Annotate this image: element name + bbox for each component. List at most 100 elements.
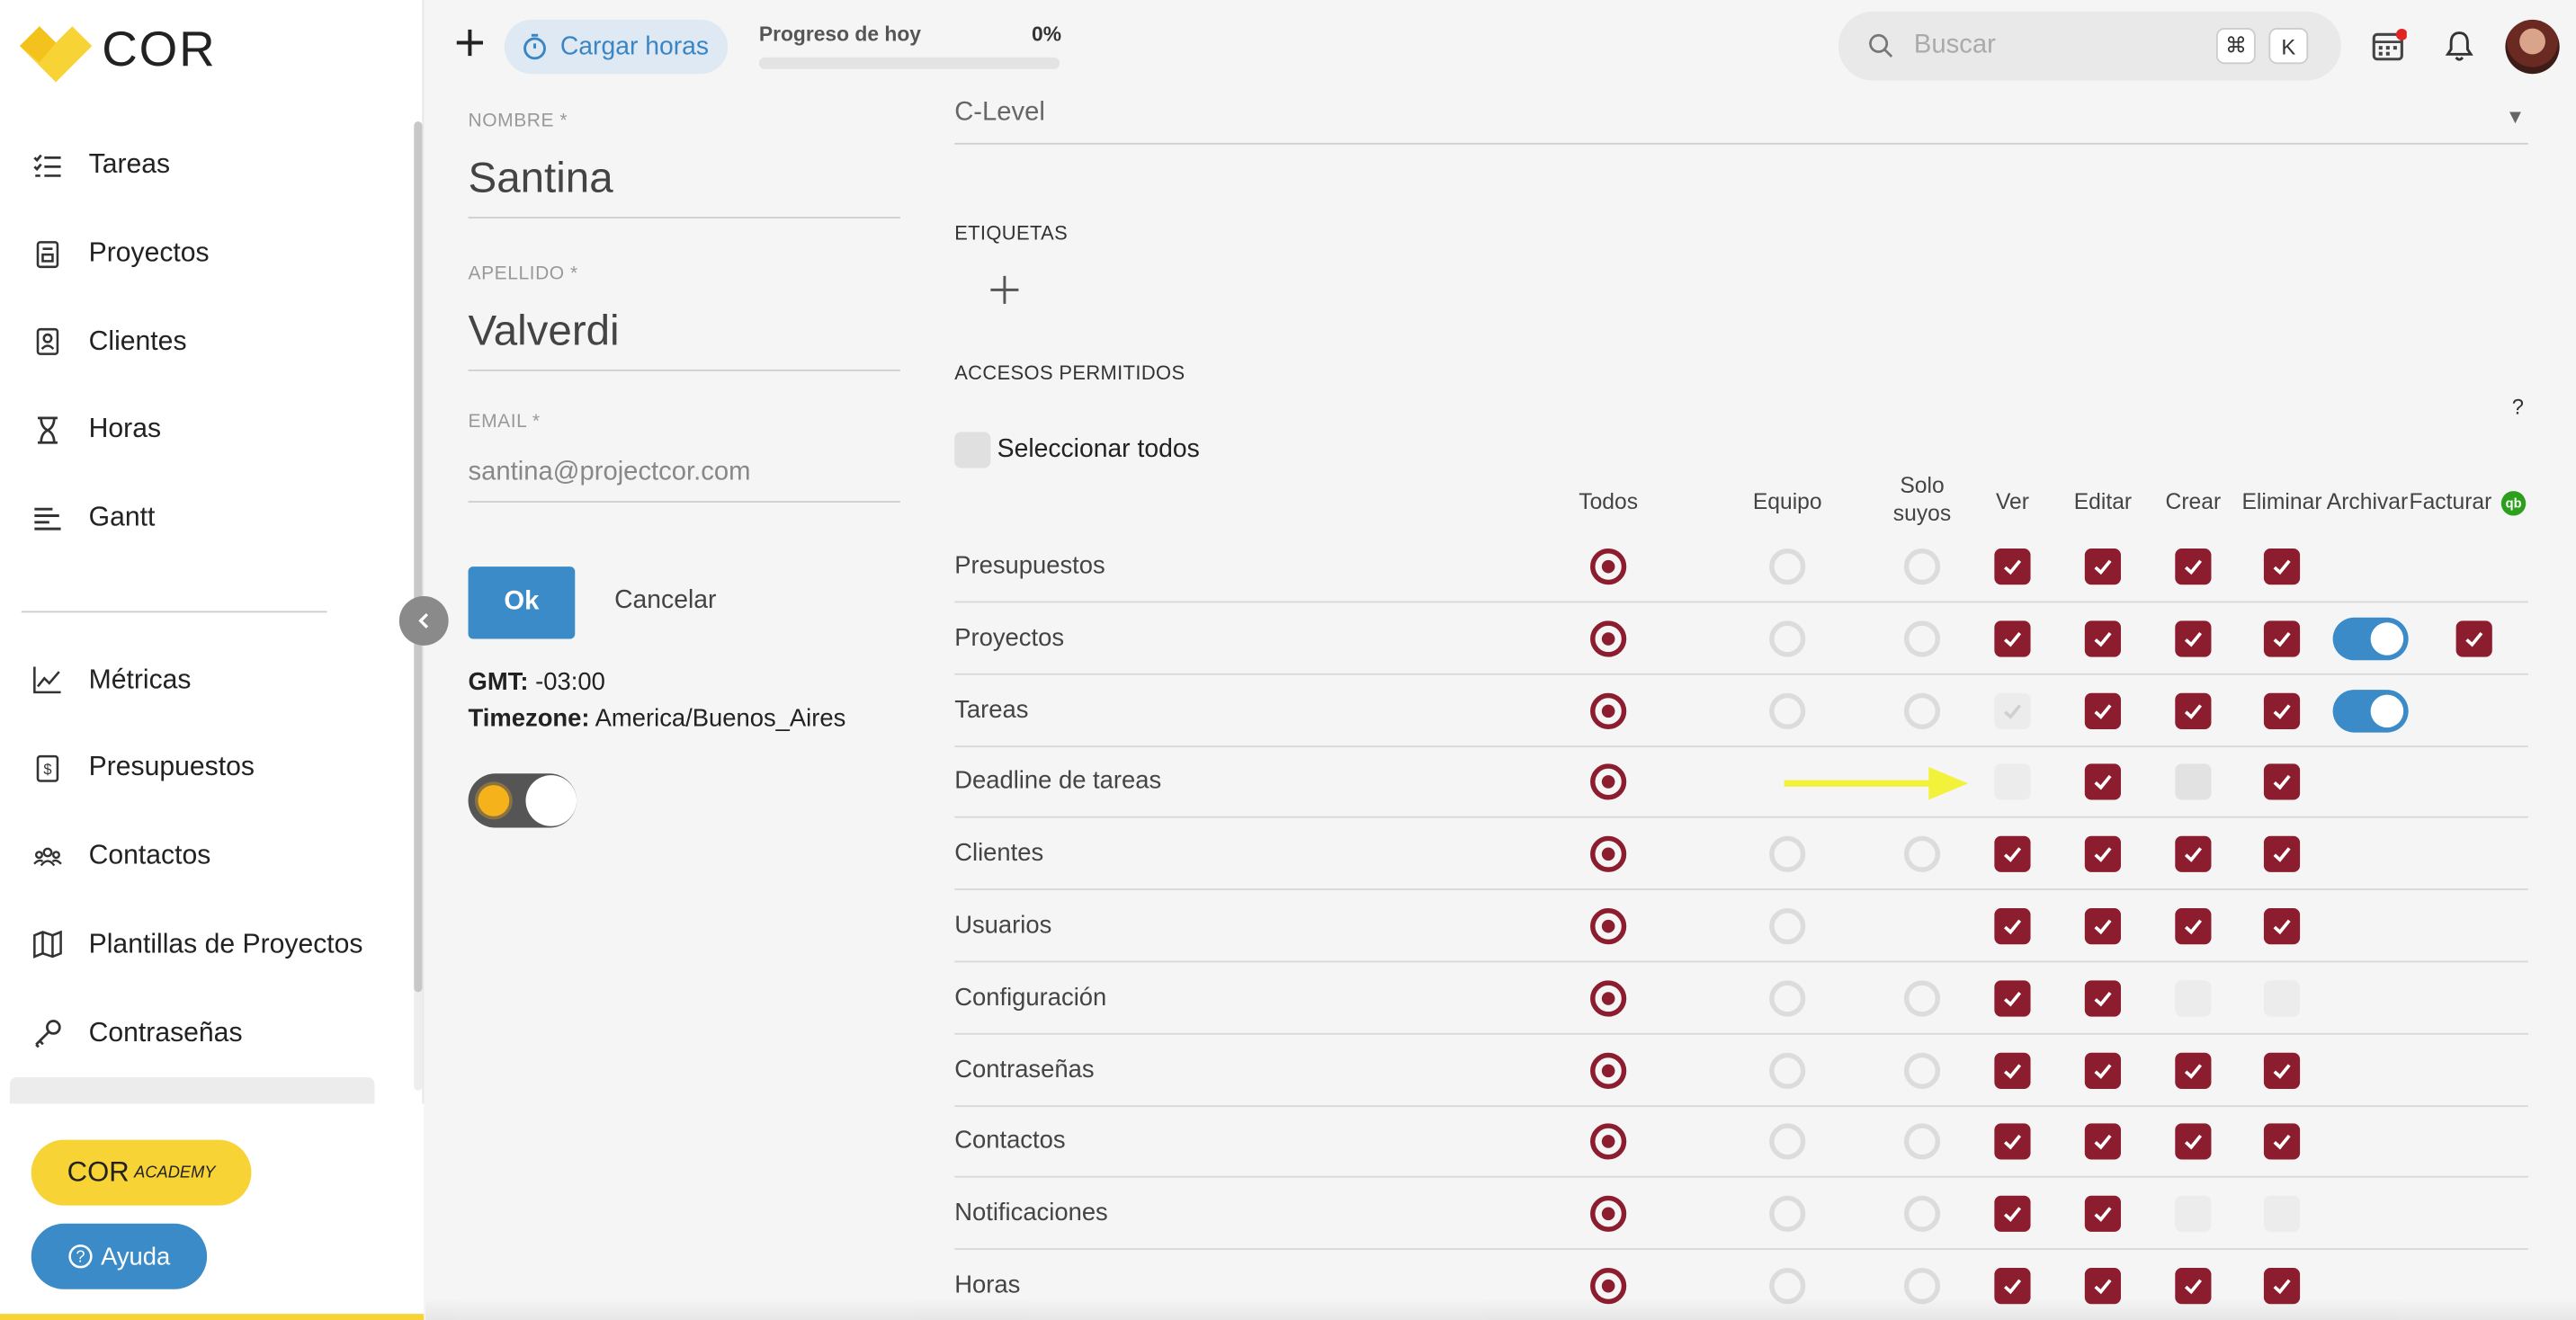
- cancel-button[interactable]: Cancelar: [614, 586, 716, 616]
- solo-radio[interactable]: [1903, 980, 1941, 1017]
- sidebar-item-tareas[interactable]: Tareas: [0, 121, 411, 210]
- solo-radio[interactable]: [1903, 1052, 1941, 1089]
- sidebar-item-gantt[interactable]: Gantt: [0, 474, 411, 562]
- eliminar-checkbox[interactable]: [2263, 836, 2301, 873]
- solo-radio[interactable]: [1903, 1124, 1941, 1161]
- editar-checkbox[interactable]: [2084, 692, 2122, 729]
- ver-checkbox[interactable]: [1994, 1124, 2031, 1161]
- eliminar-checkbox[interactable]: [2263, 620, 2301, 657]
- sidebar-item-clientes[interactable]: Clientes: [0, 298, 411, 386]
- todos-radio[interactable]: [1590, 980, 1627, 1017]
- eliminar-checkbox[interactable]: [2263, 1052, 2301, 1089]
- sidebar-item-proyectos[interactable]: Proyectos: [0, 210, 411, 298]
- ver-checkbox[interactable]: [1994, 836, 2031, 873]
- eliminar-checkbox[interactable]: [2263, 549, 2301, 585]
- lastname-field[interactable]: Valverdi: [469, 306, 620, 357]
- user-level-select[interactable]: C-Level ▼: [954, 99, 2528, 145]
- user-avatar[interactable]: [2505, 19, 2560, 75]
- crear-checkbox[interactable]: [2175, 1052, 2212, 1089]
- equipo-radio[interactable]: [1769, 1052, 1806, 1089]
- add-tag-icon[interactable]: [988, 272, 1022, 307]
- solo-radio[interactable]: [1903, 620, 1941, 657]
- editar-checkbox[interactable]: [2084, 836, 2122, 873]
- ver-checkbox[interactable]: [1994, 1196, 2031, 1233]
- crear-checkbox[interactable]: [2175, 692, 2212, 729]
- sidebar-item-contrasenas[interactable]: Contraseñas: [0, 989, 411, 1077]
- todos-radio[interactable]: [1590, 1196, 1627, 1233]
- todos-radio[interactable]: [1590, 620, 1627, 657]
- email-field[interactable]: santina@projectcor.com: [469, 459, 751, 488]
- search-input[interactable]: [1913, 28, 2194, 65]
- equipo-radio[interactable]: [1769, 692, 1806, 729]
- equipo-radio[interactable]: [1769, 980, 1806, 1017]
- eliminar-checkbox[interactable]: [2263, 692, 2301, 729]
- equipo-radio[interactable]: [1769, 836, 1806, 873]
- eliminar-checkbox[interactable]: [2263, 908, 2301, 945]
- name-field[interactable]: Santina: [469, 153, 613, 204]
- solo-radio[interactable]: [1903, 692, 1941, 729]
- col-editar: Editar: [2073, 489, 2133, 514]
- ver-checkbox[interactable]: [1994, 620, 2031, 657]
- sidebar-item-plantillas-de-proyectos[interactable]: Plantillas de Proyectos: [0, 901, 411, 989]
- solo-radio[interactable]: [1903, 1196, 1941, 1233]
- permissions-help-icon[interactable]: ?: [2512, 394, 2524, 418]
- eliminar-checkbox[interactable]: [2263, 1124, 2301, 1161]
- equipo-radio[interactable]: [1769, 549, 1806, 585]
- search-bar[interactable]: ⌘ K: [1838, 11, 2341, 81]
- crear-checkbox[interactable]: [2175, 764, 2212, 801]
- select-all-box[interactable]: [954, 432, 991, 468]
- solo-radio[interactable]: [1903, 836, 1941, 873]
- sidebar-item-metricas[interactable]: Métricas: [0, 637, 411, 725]
- sidebar-scrollbar-thumb[interactable]: [414, 121, 423, 993]
- cor-logo[interactable]: COR: [16, 20, 217, 83]
- todos-radio[interactable]: [1590, 549, 1627, 585]
- ver-checkbox[interactable]: [1994, 1052, 2031, 1089]
- ver-checkbox[interactable]: [1994, 980, 2031, 1017]
- todos-radio[interactable]: [1590, 692, 1627, 729]
- facturar-checkbox[interactable]: [2455, 620, 2492, 657]
- crear-checkbox[interactable]: [2175, 549, 2212, 585]
- equipo-radio[interactable]: [1769, 908, 1806, 945]
- load-hours-button[interactable]: Cargar horas: [504, 19, 729, 75]
- sidebar-item-contactos[interactable]: Contactos: [0, 813, 411, 901]
- editar-checkbox[interactable]: [2084, 764, 2122, 801]
- todos-radio[interactable]: [1590, 908, 1627, 945]
- editar-checkbox[interactable]: [2084, 620, 2122, 657]
- todos-radio[interactable]: [1590, 836, 1627, 873]
- equipo-radio[interactable]: [1769, 620, 1806, 657]
- cor-academy-button[interactable]: COR ACADEMY: [31, 1139, 252, 1206]
- select-all-checkbox[interactable]: Seleccionar todos: [954, 432, 1200, 468]
- ver-checkbox[interactable]: [1994, 549, 2031, 585]
- equipo-radio[interactable]: [1769, 1196, 1806, 1233]
- archivar-toggle[interactable]: [2332, 617, 2409, 660]
- editar-checkbox[interactable]: [2084, 980, 2122, 1017]
- eliminar-checkbox[interactable]: [2263, 764, 2301, 801]
- help-button[interactable]: ? Ayuda: [31, 1223, 208, 1289]
- sidebar-item-presupuestos[interactable]: $ Presupuestos: [0, 725, 411, 813]
- editar-checkbox[interactable]: [2084, 1052, 2122, 1089]
- editar-checkbox[interactable]: [2084, 1196, 2122, 1233]
- sidebar-item-horas[interactable]: Horas: [0, 386, 411, 474]
- crear-checkbox[interactable]: [2175, 908, 2212, 945]
- equipo-radio[interactable]: [1769, 1124, 1806, 1161]
- crear-checkbox[interactable]: [2175, 1124, 2212, 1161]
- calendar-icon[interactable]: [2371, 28, 2407, 64]
- theme-toggle[interactable]: [468, 773, 577, 828]
- todos-radio[interactable]: [1590, 1124, 1627, 1161]
- email-label: EMAIL *: [468, 412, 541, 433]
- ver-checkbox[interactable]: [1994, 908, 2031, 945]
- editar-checkbox[interactable]: [2084, 1124, 2122, 1161]
- todos-radio[interactable]: [1590, 1052, 1627, 1089]
- solo-radio[interactable]: [1903, 549, 1941, 585]
- editar-checkbox[interactable]: [2084, 908, 2122, 945]
- editar-checkbox[interactable]: [2084, 549, 2122, 585]
- todos-radio[interactable]: [1590, 764, 1627, 801]
- crear-checkbox[interactable]: [2175, 836, 2212, 873]
- archivar-toggle[interactable]: [2332, 689, 2409, 732]
- notifications-bell-icon[interactable]: [2443, 30, 2476, 63]
- crear-checkbox[interactable]: [2175, 620, 2212, 657]
- collapse-sidebar-button[interactable]: [398, 596, 449, 646]
- ok-button[interactable]: Ok: [468, 566, 576, 639]
- logo-text: COR: [102, 22, 217, 77]
- add-icon[interactable]: [452, 24, 487, 60]
